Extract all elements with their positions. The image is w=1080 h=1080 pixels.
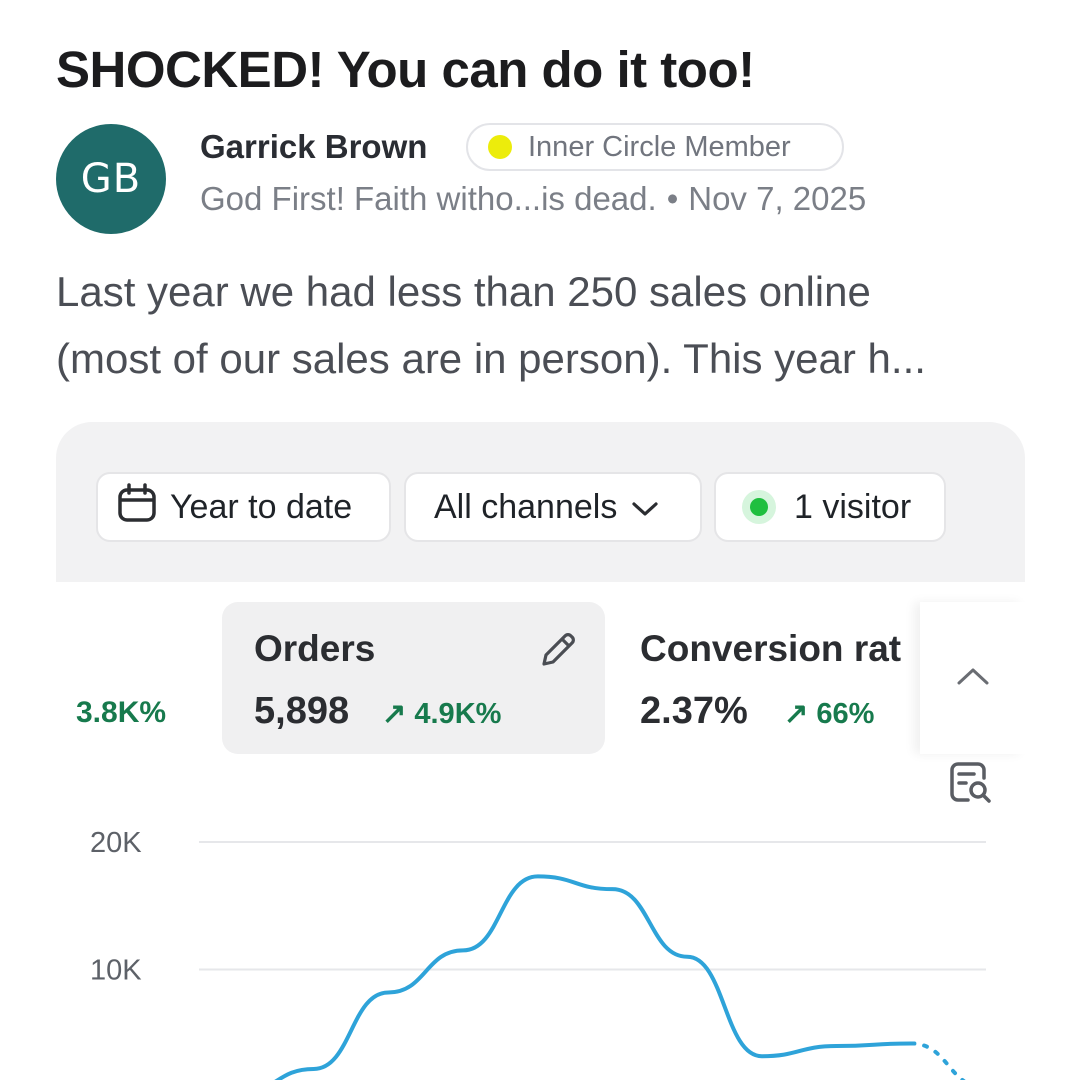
author-meta: God First! Faith witho...is dead. • Nov 7,… [200,180,866,218]
pencil-icon[interactable] [536,628,580,677]
visitors-label: 1 visitor [794,487,912,526]
filter-toolbar: Year to date All channels 1 visitor [56,422,1025,582]
date-range-label: Year to date [170,487,353,526]
chevron-up-icon [956,665,990,692]
post-body-line: (most of our sales are in person). This … [56,335,926,382]
metric-card-conversion[interactable]: Conversion rat 2.37% ↗ 66% [640,602,920,754]
trend-up-icon: ↗ [382,698,407,730]
metric-delta: ↗ 4.9K% [382,696,501,731]
offscreen-metric-delta: 3.8K% [76,696,167,729]
avatar[interactable]: GB [56,124,166,234]
metric-delta: ↗ 66% [784,696,874,731]
live-visitors-button[interactable]: 1 visitor [714,472,946,542]
post-body-line: Last year we had less than 250 sales onl… [56,268,871,315]
metric-card-orders[interactable]: Orders 5,898 ↗ 4.9K% [222,602,605,754]
chevron-down-icon [631,488,659,527]
trend-up-icon: ↗ [784,698,809,730]
author-name[interactable]: Garrick Brown [200,128,427,166]
y-tick-label: 10K [90,955,142,987]
metric-value: 2.37% [640,690,748,732]
metric-value: 5,898 [254,690,350,732]
live-dot-icon [742,490,776,524]
orders-line-chart: 20K 10K [90,827,986,1080]
calendar-icon [116,482,158,533]
analytics-screenshot[interactable]: Year to date All channels 1 visitor 3.8K… [56,422,1025,1080]
avatar-initials: GB [80,156,142,202]
meta-separator: • [666,180,679,217]
post-title: SHOCKED! You can do it too! [56,41,755,98]
post-date: Nov 7, 2025 [688,180,867,217]
channels-dropdown[interactable]: All channels [404,472,702,542]
badge-label: Inner Circle Member [528,130,791,163]
date-range-button[interactable]: Year to date [96,472,391,542]
author-tagline: God First! Faith witho...is dead. [200,180,657,217]
projected-series-line [909,1041,967,1080]
metric-label: Conversion rat [640,628,902,669]
member-badge: Inner Circle Member [466,123,844,171]
badge-dot-icon [488,135,512,159]
metric-delta-value: 66% [816,698,875,730]
collapse-metrics-button[interactable] [920,602,1025,754]
orders-series-line [274,874,914,1080]
y-tick-label: 20K [90,827,142,859]
post-body[interactable]: Last year we had less than 250 sales onl… [56,258,1046,392]
channels-label: All channels [434,487,618,526]
metric-delta-value: 4.9K% [414,698,502,730]
metric-label: Orders [254,628,376,669]
